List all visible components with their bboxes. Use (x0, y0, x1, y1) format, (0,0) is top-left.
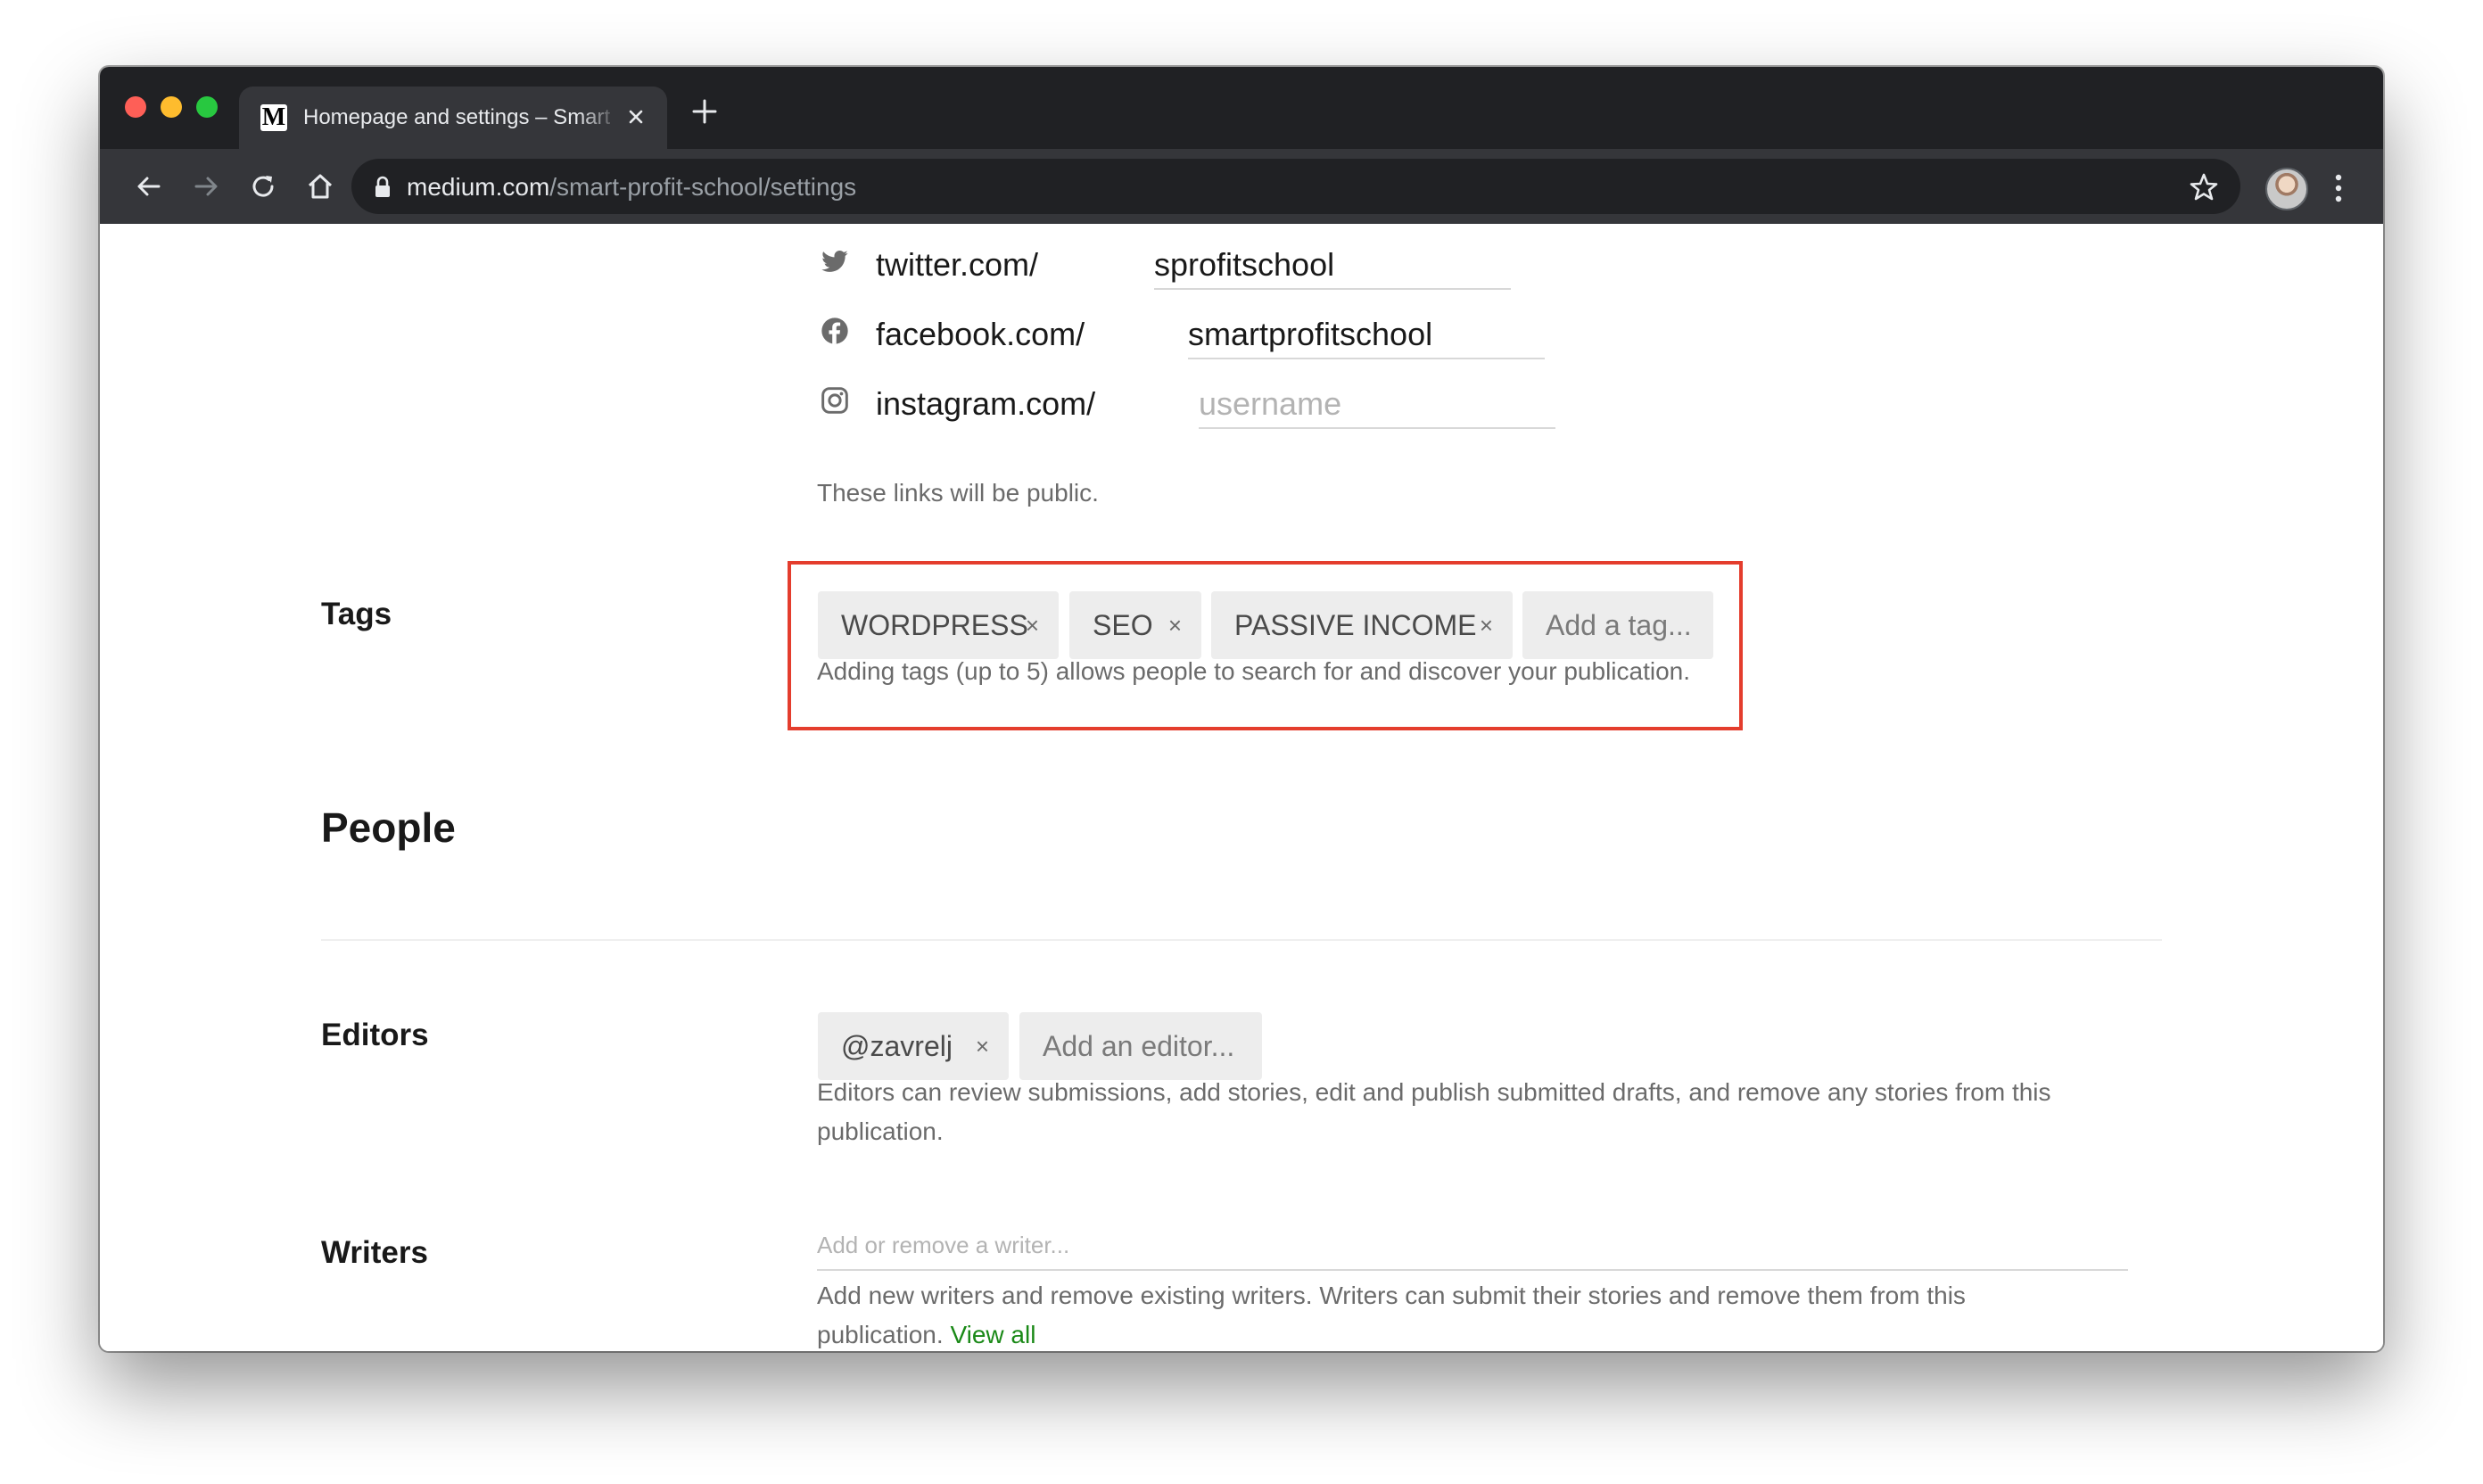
writers-help-line2: publication. View all (817, 1315, 1035, 1351)
add-editor-placeholder: Add an editor... (1043, 1030, 1235, 1062)
url-host: medium.com (407, 173, 550, 201)
add-editor-input[interactable]: Add an editor... (1019, 1012, 1262, 1080)
editors-label: Editors (321, 1018, 429, 1052)
add-tag-placeholder: Add a tag... (1546, 609, 1692, 641)
tags-help: Adding tags (up to 5) allows people to s… (817, 657, 1691, 685)
writers-help-line1: Add new writers and remove existing writ… (817, 1282, 1966, 1309)
chrome-menu-icon[interactable] (2331, 170, 2346, 206)
view-all-writers-link[interactable]: View all (950, 1321, 1035, 1348)
settings-page: twitter.com/ facebook.com/ instagram.com… (100, 224, 2383, 1351)
maximize-window-button[interactable] (196, 96, 218, 118)
social-links-help: These links will be public. (817, 479, 1099, 507)
remove-editor-icon[interactable]: × (976, 1028, 989, 1064)
facebook-username-input[interactable] (1188, 311, 1545, 359)
profile-avatar[interactable] (2265, 168, 2308, 210)
bookmark-star-icon[interactable] (2189, 172, 2219, 202)
writers-help-text: publication. (817, 1321, 944, 1348)
tag-chip: PASSIVE INCOME × (1211, 591, 1513, 659)
instagram-row: instagram.com/ (821, 381, 1561, 429)
back-arrow-icon[interactable] (134, 171, 164, 202)
remove-tag-icon[interactable]: × (1026, 607, 1039, 643)
instagram-icon (821, 387, 848, 414)
address-bar[interactable]: medium.com/smart-profit-school/settings (351, 159, 2240, 214)
tab-title: Homepage and settings – Smart Profit Sch… (303, 105, 615, 129)
reload-icon[interactable] (248, 171, 278, 202)
facebook-prefix: facebook.com/ (876, 316, 1085, 352)
forward-arrow-icon[interactable] (191, 171, 221, 202)
tag-chip-label: PASSIVE INCOME (1234, 609, 1477, 641)
editor-chip-label: @zavrelj (841, 1030, 953, 1062)
tag-chip-label: WORDPRESS (841, 609, 1028, 641)
add-tag-input[interactable]: Add a tag... (1522, 591, 1713, 659)
tags-label: Tags (321, 597, 392, 631)
tag-chip: SEO × (1069, 591, 1201, 659)
tag-chip-label: SEO (1093, 609, 1153, 641)
remove-tag-icon[interactable]: × (1480, 607, 1493, 643)
browser-tab-active[interactable]: M Homepage and settings – Smart Profit S… (239, 87, 667, 149)
instagram-username-input[interactable] (1199, 381, 1555, 429)
twitter-icon (821, 251, 848, 272)
section-divider (321, 939, 2162, 941)
instagram-prefix: instagram.com/ (876, 385, 1096, 422)
editors-help-line1: Editors can review submissions, add stor… (817, 1078, 2051, 1106)
minimize-window-button[interactable] (161, 96, 182, 118)
writers-label: Writers (321, 1235, 428, 1270)
twitter-prefix: twitter.com/ (876, 246, 1039, 283)
lock-icon (375, 176, 390, 197)
browser-toolbar: medium.com/smart-profit-school/settings (100, 149, 2383, 224)
remove-tag-icon[interactable]: × (1168, 607, 1182, 643)
tab-title-fade (578, 99, 621, 136)
editor-chip: @zavrelj × (818, 1012, 1009, 1080)
facebook-row: facebook.com/ (821, 311, 1552, 359)
writer-search-input[interactable] (817, 1221, 2128, 1271)
close-tab-icon[interactable] (623, 103, 649, 130)
url-text: medium.com/smart-profit-school/settings (407, 172, 856, 202)
editors-help-line2: publication. (817, 1117, 944, 1145)
twitter-username-input[interactable] (1154, 242, 1511, 290)
url-path: /smart-profit-school/settings (549, 173, 857, 201)
home-icon[interactable] (305, 171, 335, 202)
twitter-row: twitter.com/ (821, 242, 1534, 290)
browser-window: M Homepage and settings – Smart Profit S… (100, 67, 2383, 1351)
browser-titlebar: M Homepage and settings – Smart Profit S… (100, 67, 2383, 149)
medium-favicon-icon: M (260, 103, 287, 131)
new-tab-plus-icon[interactable] (690, 97, 719, 126)
tag-chip: WORDPRESS × (818, 591, 1059, 659)
close-window-button[interactable] (125, 96, 146, 118)
facebook-icon (821, 317, 848, 344)
people-section-title: People (321, 804, 456, 851)
